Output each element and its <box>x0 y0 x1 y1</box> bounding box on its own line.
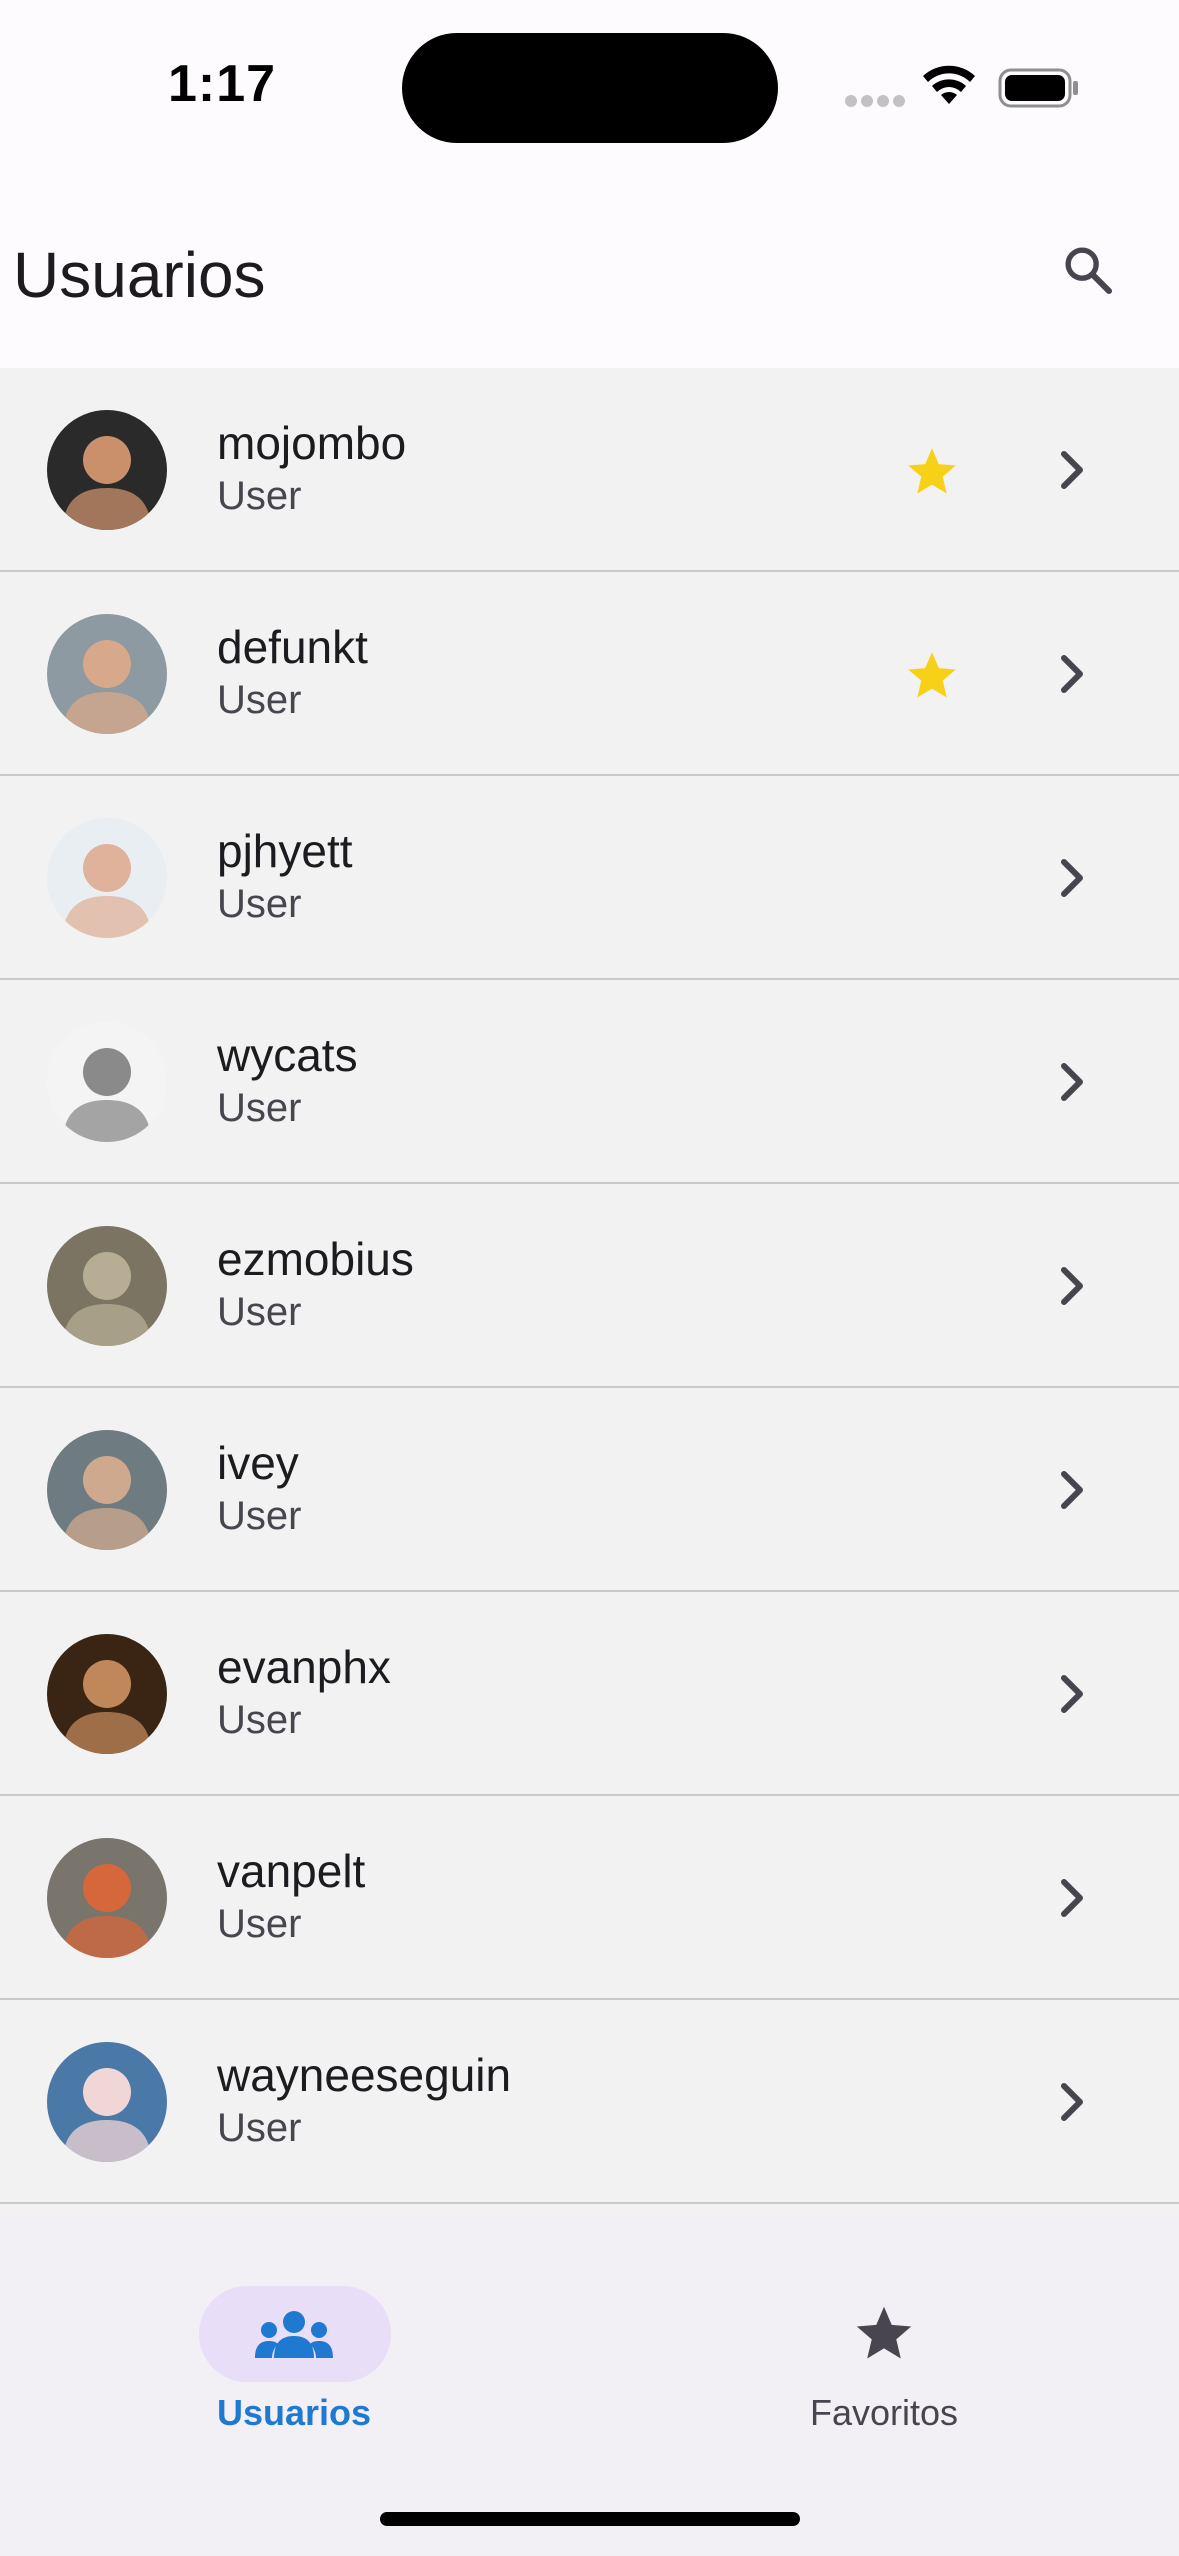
chevron-right-icon <box>1061 655 1083 693</box>
chevron-right-icon <box>1061 1267 1083 1305</box>
user-type: User <box>217 1698 302 1742</box>
chevron-right-icon <box>1061 451 1083 489</box>
top-app-bar: Usuarios <box>0 180 1179 368</box>
avatar <box>47 2042 167 2162</box>
home-indicator <box>380 2512 800 2526</box>
avatar <box>47 818 167 938</box>
cellular-signal-icon <box>845 95 905 107</box>
avatar <box>47 1226 167 1346</box>
user-type: User <box>217 882 302 926</box>
chevron-right-icon <box>1061 859 1083 897</box>
nav-label-usuarios: Usuarios <box>216 2392 372 2433</box>
user-type: User <box>217 1290 302 1334</box>
avatar <box>47 1838 167 1958</box>
user-login: wycats <box>217 1029 358 1081</box>
user-login: ezmobius <box>217 1233 414 1285</box>
user-list-item[interactable]: wayneeseguin User <box>0 2000 1179 2204</box>
user-list-item[interactable]: ivey User <box>0 1388 1179 1592</box>
user-list-item[interactable]: pjhyett User <box>0 776 1179 980</box>
avatar <box>47 1430 167 1550</box>
chevron-right-icon <box>1061 1471 1083 1509</box>
star-icon <box>856 2306 912 2359</box>
favorite-star-icon <box>908 652 956 698</box>
group-icon <box>255 2311 333 2358</box>
chevron-right-icon <box>1061 1063 1083 1101</box>
user-type: User <box>217 474 302 518</box>
user-login: wayneeseguin <box>217 2049 512 2101</box>
user-type: User <box>217 1902 302 1946</box>
page-title: Usuarios <box>13 239 266 311</box>
nav-item-usuarios[interactable]: Usuarios <box>144 2250 444 2433</box>
avatar <box>47 614 167 734</box>
user-list-item[interactable]: mojombo User <box>0 368 1179 572</box>
user-list-item[interactable]: wycats User <box>0 980 1179 1184</box>
user-login: defunkt <box>217 621 368 673</box>
chevron-right-icon <box>1061 1675 1083 1713</box>
favorite-star-icon <box>908 448 956 494</box>
user-list-item[interactable]: ezmobius User <box>0 1184 1179 1388</box>
user-login: ivey <box>217 1437 299 1489</box>
status-time: 1:17 <box>168 55 277 113</box>
user-type: User <box>217 2106 302 2150</box>
battery-icon <box>998 68 1078 108</box>
user-login: pjhyett <box>217 825 353 877</box>
dynamic-island <box>402 33 778 143</box>
user-login: evanphx <box>217 1641 391 1693</box>
avatar <box>47 1634 167 1754</box>
chevron-right-icon <box>1061 2083 1083 2121</box>
nav-label-favoritos: Favoritos <box>809 2392 959 2433</box>
user-type: User <box>217 678 302 722</box>
chevron-right-icon <box>1061 1879 1083 1917</box>
search-button[interactable] <box>1050 232 1126 308</box>
user-type: User <box>217 1086 302 1130</box>
user-login: vanpelt <box>217 1845 366 1897</box>
search-icon <box>1065 247 1113 295</box>
nav-item-favoritos[interactable]: Favoritos <box>734 2250 1034 2433</box>
user-list-item[interactable]: defunkt User <box>0 572 1179 776</box>
user-type: User <box>217 1494 302 1538</box>
bottom-navigation-bar: Usuarios Favoritos <box>0 2214 1179 2556</box>
user-list-item[interactable]: evanphx User <box>0 1592 1179 1796</box>
user-list-item[interactable]: vanpelt User <box>0 1796 1179 2000</box>
user-login: mojombo <box>217 417 407 469</box>
status-bar: 1:17 <box>0 0 1179 180</box>
avatar <box>47 410 167 530</box>
avatar <box>47 1022 167 1142</box>
wifi-icon <box>923 65 975 104</box>
user-list[interactable]: mojombo User defunkt User pjhyett User wycats U… <box>0 368 1179 2214</box>
